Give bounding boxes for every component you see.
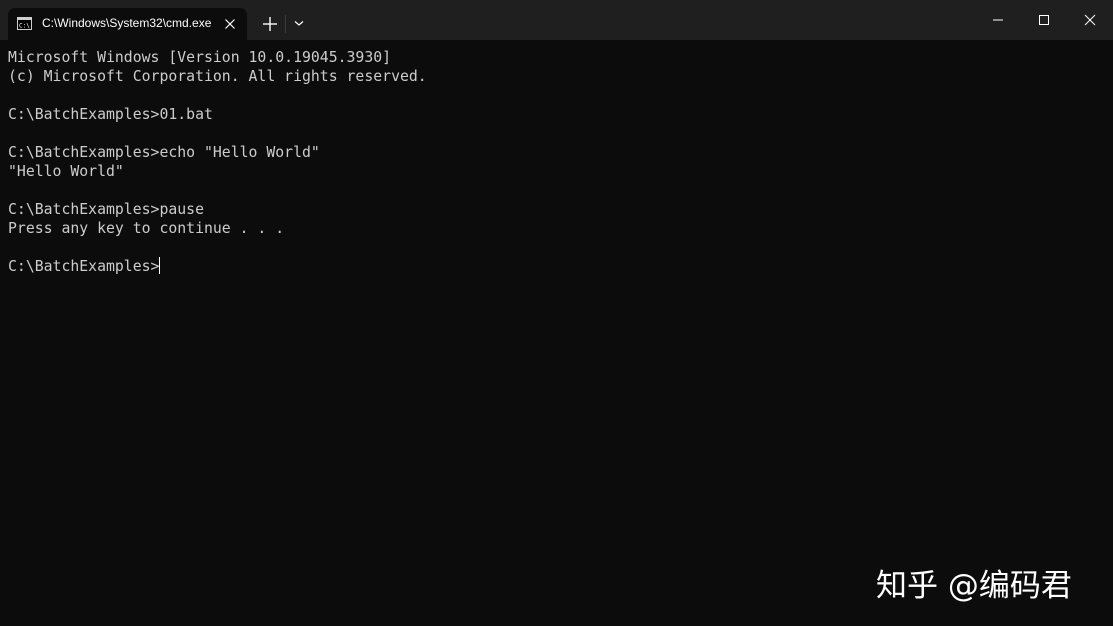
svg-text:C:\: C:\ [19, 23, 30, 30]
text-cursor [159, 257, 161, 274]
minimize-button[interactable] [975, 0, 1021, 40]
chevron-down-icon[interactable] [290, 14, 308, 32]
console-line: C:\BatchExamples>01.bat [8, 106, 213, 123]
tab-cmd[interactable]: C:\ C:\Windows\System32\cmd.exe [8, 8, 247, 40]
maximize-button[interactable] [1021, 0, 1067, 40]
cmd-icon: C:\ [17, 17, 32, 30]
minimize-icon [993, 19, 1003, 21]
watermark: 知乎 @编码君 [876, 568, 1072, 604]
console-line: "Hello World" [8, 163, 124, 180]
console-line: Microsoft Windows [Version 10.0.19045.39… [8, 49, 392, 66]
console-output[interactable]: Microsoft Windows [Version 10.0.19045.39… [8, 48, 1108, 608]
console-line: C:\BatchExamples>echo "Hello World" [8, 144, 320, 161]
prompt-line[interactable]: C:\BatchExamples> [8, 257, 1108, 276]
title-bar: C:\ C:\Windows\System32\cmd.exe [0, 0, 1113, 40]
console-line: (c) Microsoft Corporation. All rights re… [8, 68, 427, 85]
tab-title: C:\Windows\System32\cmd.exe [42, 16, 212, 30]
close-window-button[interactable] [1067, 0, 1113, 40]
plus-icon[interactable] [258, 12, 282, 36]
maximize-icon [1039, 15, 1049, 25]
close-icon[interactable] [222, 16, 238, 32]
close-icon [1084, 14, 1096, 26]
command-prompt: C:\BatchExamples> [8, 258, 160, 275]
console-line: Press any key to continue . . . [8, 220, 285, 237]
toolbar-divider [285, 15, 286, 33]
terminal-window: C:\ C:\Windows\System32\cmd.exe Microsof… [0, 0, 1113, 626]
console-line: C:\BatchExamples>pause [8, 201, 204, 218]
